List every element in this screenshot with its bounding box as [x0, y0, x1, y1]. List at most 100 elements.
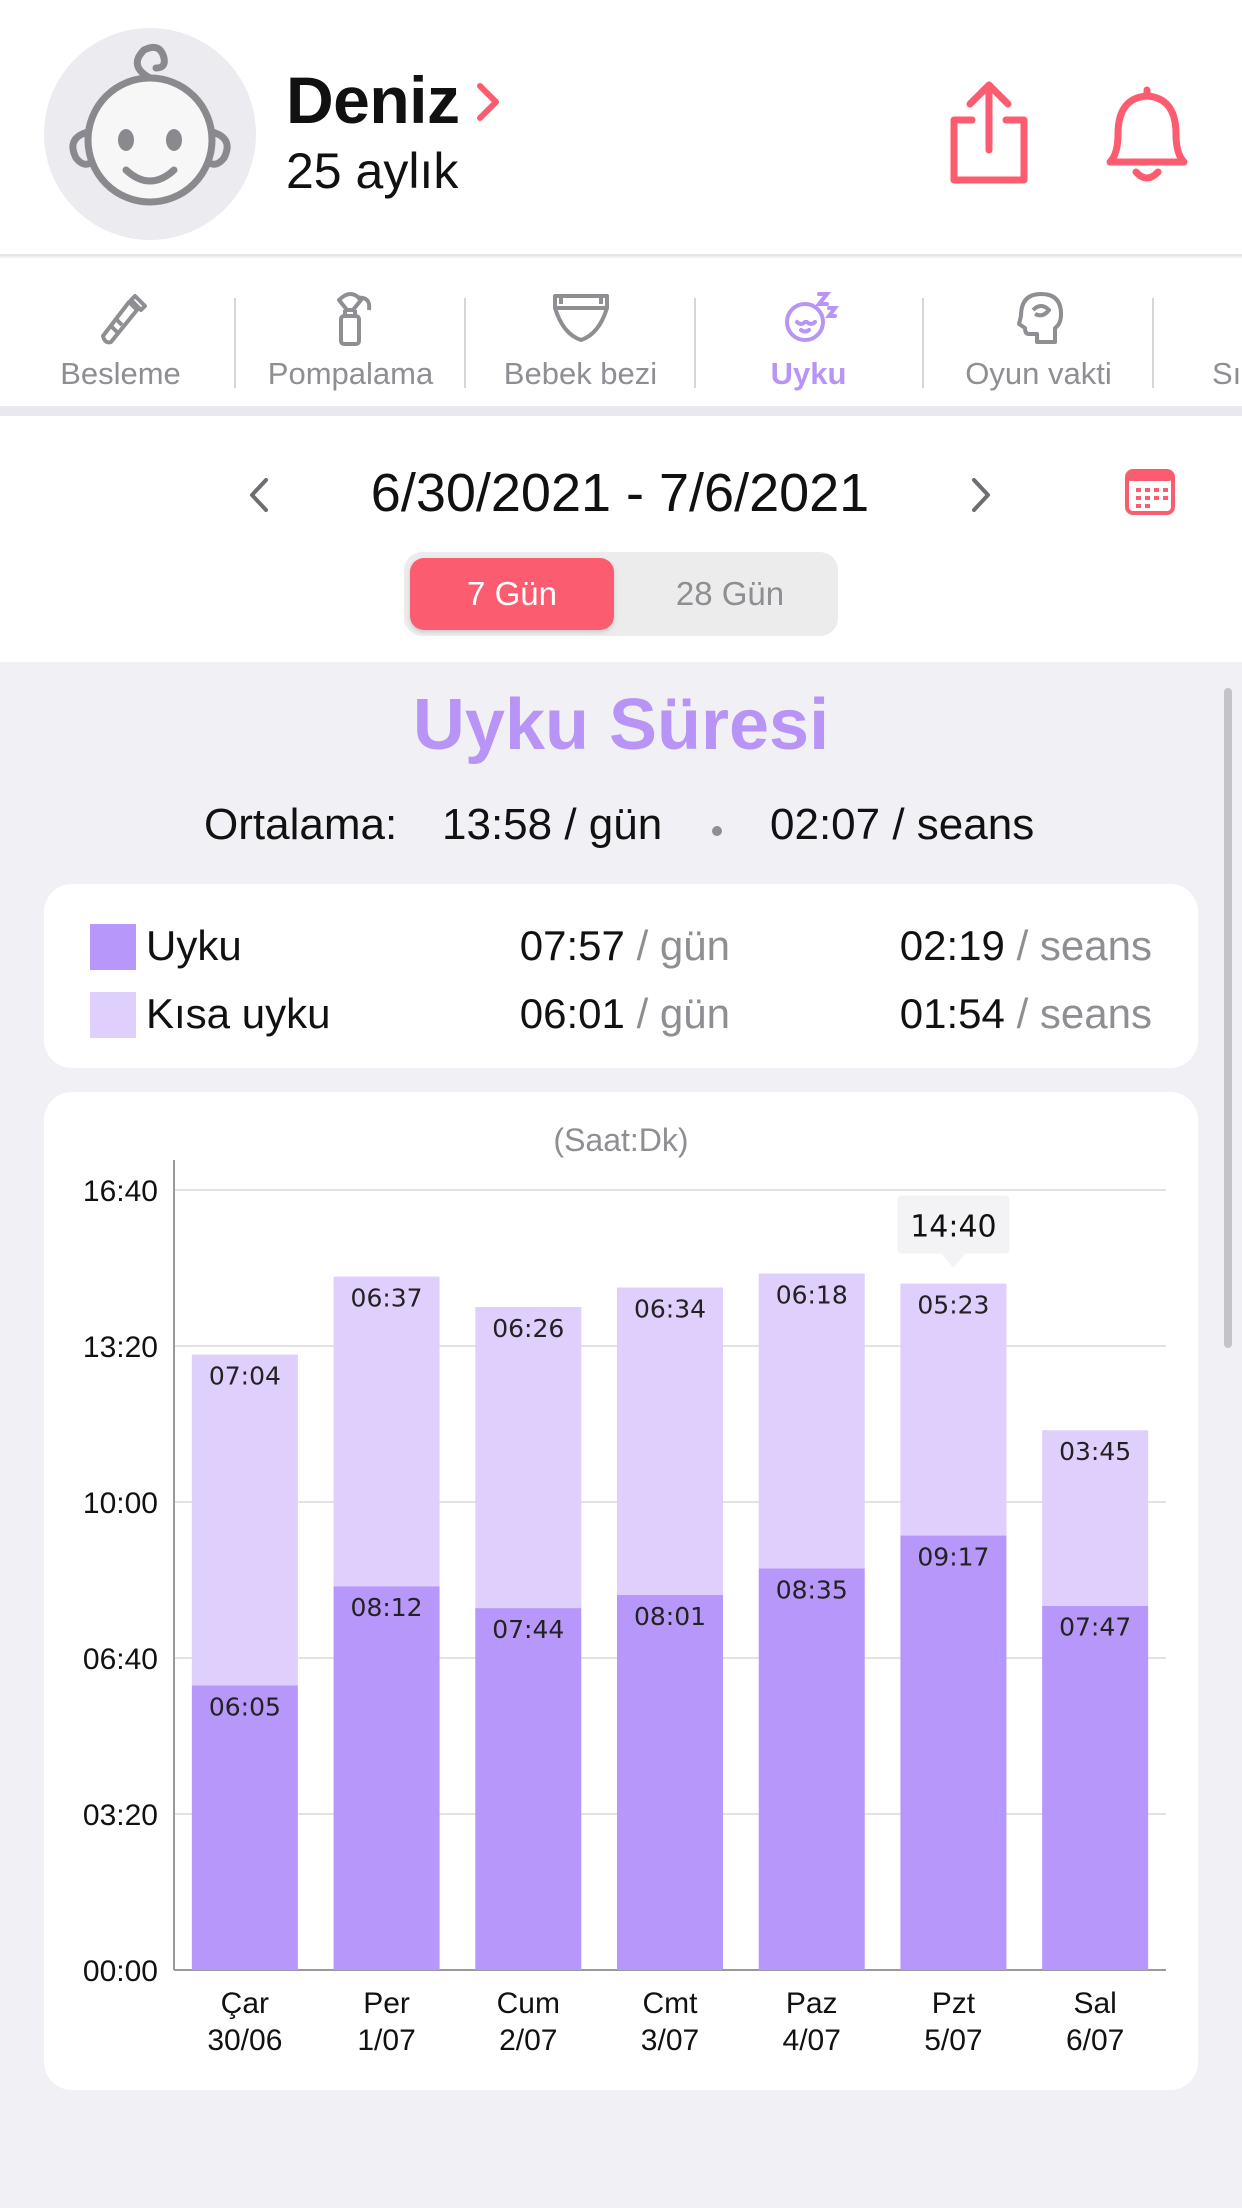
summary-row-kisa-uyku: Kısa uyku 06:01 / gün 01:54 / seans — [44, 984, 1198, 1044]
calendar-icon[interactable] — [1124, 466, 1176, 516]
tab-uyku[interactable]: Uyku — [694, 258, 923, 408]
y-tick-label: 16:40 — [83, 1175, 158, 1208]
x-tick-date: 6/07 — [1066, 2024, 1124, 2057]
x-tick-date: 1/07 — [357, 2024, 415, 2057]
sleep-bar-chart: 00:00 03:20 06:40 10:00 13:20 16:40 06:05 07:04… — [83, 1160, 1166, 2057]
chart-card: (Saat:Dk) 00:00 03:20 06:40 10:00 13:20 16:40… — [44, 1092, 1198, 2090]
per-day-unit: / gün — [636, 990, 730, 1037]
tooltip-total: 14:40 — [910, 1210, 996, 1245]
page-title: Uyku Süresi — [412, 685, 830, 765]
tab-next-partial[interactable]: Sı — [1158, 258, 1242, 408]
per-session-unit: / seans — [1016, 990, 1152, 1037]
tab-divider — [1152, 298, 1154, 388]
data-label: 07:04 — [209, 1362, 281, 1391]
x-tick-date: 3/07 — [641, 2024, 699, 2057]
chevron-right-icon[interactable] — [472, 78, 504, 126]
y-tick-label: 03:20 — [83, 1799, 158, 1832]
tab-label: Pompalama — [267, 356, 434, 391]
summary-per-session: 02:19 / seans — [900, 922, 1152, 970]
bar-kisa-uyku — [191, 1354, 298, 1686]
data-label: 07:44 — [492, 1615, 564, 1644]
tooltip-pointer — [941, 1253, 966, 1268]
summary-label: Uyku — [146, 922, 242, 969]
baby-avatar[interactable] — [44, 28, 256, 240]
data-label: 06:26 — [492, 1314, 564, 1343]
bell-icon[interactable] — [1082, 84, 1212, 184]
data-label: 08:35 — [776, 1575, 848, 1604]
per-session-value: 01:54 — [899, 990, 1005, 1037]
baby-age: 25 aylık — [286, 143, 459, 199]
data-label: 05:23 — [917, 1291, 989, 1320]
bar-uyku — [900, 1535, 1007, 1970]
bottle-icon — [100, 294, 147, 345]
data-label: 06:18 — [776, 1280, 848, 1309]
bar-kisa-uyku — [333, 1276, 440, 1587]
legend-swatch — [90, 924, 136, 970]
y-tick-label: 06:40 — [83, 1643, 158, 1676]
diaper-icon — [552, 294, 609, 342]
date-range: 6/30/2021 - 7/6/2021 — [370, 463, 870, 523]
breast-pump-icon — [336, 292, 371, 346]
share-icon[interactable] — [944, 80, 1034, 188]
summary-per-day: 06:01 / gün — [520, 990, 730, 1038]
tab-oyun-vakti[interactable]: Oyun vakti — [924, 258, 1153, 408]
average-per-day: 13:58 / gün — [442, 800, 663, 849]
average-label: Ortalama: — [204, 800, 398, 849]
summary-row-uyku: Uyku 07:57 / gün 02:19 / seans — [44, 916, 1198, 976]
tab-label: Besleme — [60, 356, 181, 391]
average-per-session: 02:07 / seans — [770, 800, 1035, 849]
tab-pompalama[interactable]: Pompalama — [236, 258, 465, 408]
tab-bebek-bezi[interactable]: Bebek bezi — [466, 258, 695, 408]
legend-swatch — [90, 992, 136, 1038]
bar-uyku — [617, 1594, 723, 1970]
tabs-divider — [0, 406, 1242, 416]
range-segmented-control: 7 Gün 28 Gün — [404, 552, 838, 636]
averages-row: Ortalama: 13:58 / gün 02:07 / seans — [0, 800, 1242, 860]
x-tick-date: 5/07 — [924, 2024, 982, 2057]
x-tick-day: Per — [363, 1987, 410, 2020]
sleeping-baby-icon — [784, 292, 839, 342]
bar-uyku — [475, 1608, 582, 1970]
data-label: 08:12 — [351, 1593, 423, 1622]
summary-label: Kısa uyku — [146, 990, 331, 1037]
bar-kisa-uyku — [617, 1287, 723, 1595]
data-label: 07:47 — [1059, 1613, 1131, 1642]
x-tick-day: Sal — [1073, 1987, 1116, 2020]
data-label: 06:34 — [634, 1295, 706, 1324]
date-navigation: 6/30/2021 - 7/6/2021 7 Gün 28 Gün — [0, 416, 1242, 662]
scrollbar[interactable] — [1224, 688, 1232, 1348]
x-tick-date: 2/07 — [499, 2024, 557, 2057]
chevron-left-icon[interactable] — [244, 472, 274, 518]
tab-label: Bebek bezi — [503, 356, 658, 391]
bar-uyku — [333, 1586, 440, 1970]
summary-per-day: 07:57 / gün — [520, 922, 730, 970]
x-tick-day: Pzt — [932, 1987, 976, 2020]
tab-label: Uyku — [770, 356, 847, 391]
tab-label: Oyun vakti — [965, 356, 1112, 391]
brain-head-icon — [1016, 292, 1063, 344]
profile-header: Deniz 25 aylık — [0, 0, 1242, 256]
x-tick-date: 4/07 — [783, 2024, 841, 2057]
baby-name[interactable]: Deniz — [286, 62, 460, 138]
bar-uyku — [191, 1685, 298, 1970]
per-session-unit: / seans — [1016, 922, 1152, 969]
bar-uyku — [1042, 1605, 1149, 1970]
tab-besleme[interactable]: Besleme — [6, 258, 235, 408]
segment-28-days[interactable]: 28 Gün — [628, 558, 832, 630]
category-tabs: Besleme Pompalama Bebek bezi Uyku Oyun v… — [0, 258, 1242, 408]
per-session-value: 02:19 — [899, 922, 1005, 969]
tab-label: Sı — [1212, 356, 1242, 391]
summary-per-session: 01:54 / seans — [900, 990, 1152, 1038]
data-label: 06:37 — [351, 1284, 423, 1313]
chevron-right-icon[interactable] — [966, 472, 996, 518]
data-label: 06:05 — [209, 1692, 281, 1721]
bar-kisa-uyku — [758, 1273, 865, 1569]
data-label: 09:17 — [917, 1543, 989, 1572]
y-tick-label: 13:20 — [83, 1331, 158, 1364]
data-label: 03:45 — [1059, 1437, 1131, 1466]
segment-7-days[interactable]: 7 Gün — [410, 558, 614, 630]
bar-uyku — [758, 1568, 865, 1970]
separator-dot — [712, 826, 722, 836]
bar-kisa-uyku — [900, 1283, 1007, 1536]
per-day-value: 06:01 — [519, 990, 625, 1037]
